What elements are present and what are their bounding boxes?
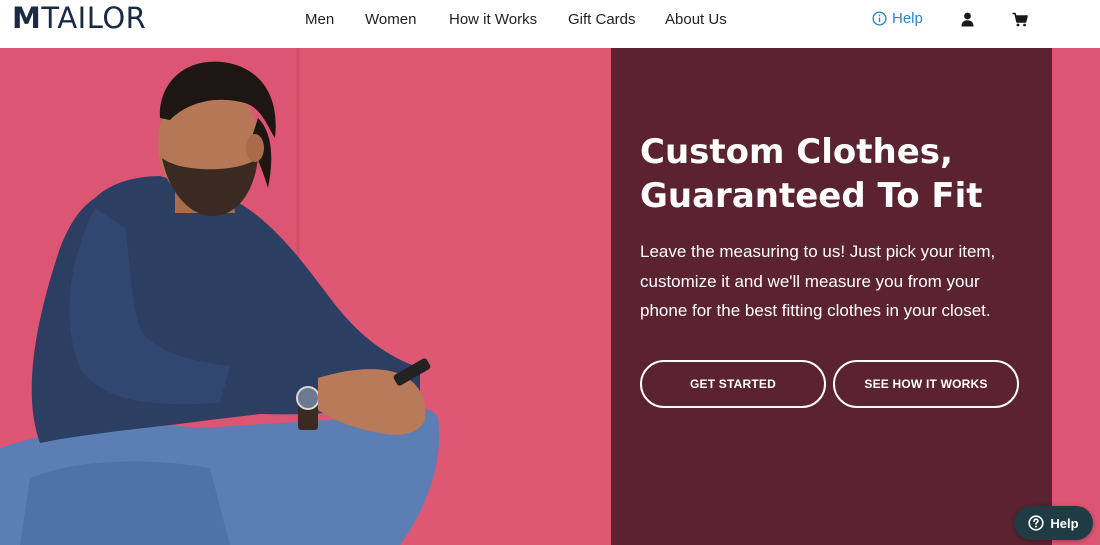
nav-link-about-us[interactable]: About Us	[665, 11, 727, 28]
hero-subtext: Leave the measuring to us! Just pick you…	[640, 237, 1040, 326]
user-icon	[961, 12, 974, 27]
question-icon	[1028, 515, 1045, 531]
main-navigation: Men Women How it Works Gift Cards About …	[0, 0, 1100, 40]
help-link[interactable]: Help	[872, 10, 923, 27]
nav-link-how-it-works[interactable]: How it Works	[449, 11, 537, 28]
hero-section: Custom Clothes, Guaranteed To Fit Leave …	[0, 48, 1100, 545]
get-started-button[interactable]: GET STARTED	[640, 360, 826, 408]
info-icon	[872, 11, 887, 26]
cart-button[interactable]	[1012, 12, 1028, 32]
hero-headline-line-1: Custom Clothes,	[640, 132, 953, 172]
cart-icon	[1012, 12, 1028, 27]
help-chat-button[interactable]: Help	[1014, 506, 1093, 540]
nav-link-women[interactable]: Women	[365, 11, 416, 28]
hero-subtext-line-3: phone for the best fitting clothes in yo…	[640, 301, 991, 320]
site-header: M TAILOR Men Women How it Works Gift Car…	[0, 0, 1100, 48]
account-button[interactable]	[961, 12, 974, 32]
hero-headline-line-2: Guaranteed To Fit	[640, 176, 983, 216]
hero-panel: Custom Clothes, Guaranteed To Fit Leave …	[611, 48, 1052, 545]
hero-headline: Custom Clothes, Guaranteed To Fit	[640, 130, 1040, 218]
hero-image	[0, 48, 611, 545]
hero-subtext-line-1: Leave the measuring to us! Just pick you…	[640, 242, 996, 261]
help-chat-label: Help	[1050, 515, 1079, 531]
nav-link-men[interactable]: Men	[305, 11, 334, 28]
see-how-it-works-button[interactable]: SEE HOW IT WORKS	[833, 360, 1019, 408]
hero-subtext-line-2: customize it and we'll measure you from …	[640, 271, 980, 291]
help-link-label: Help	[892, 10, 923, 27]
nav-link-gift-cards[interactable]: Gift Cards	[568, 11, 636, 28]
